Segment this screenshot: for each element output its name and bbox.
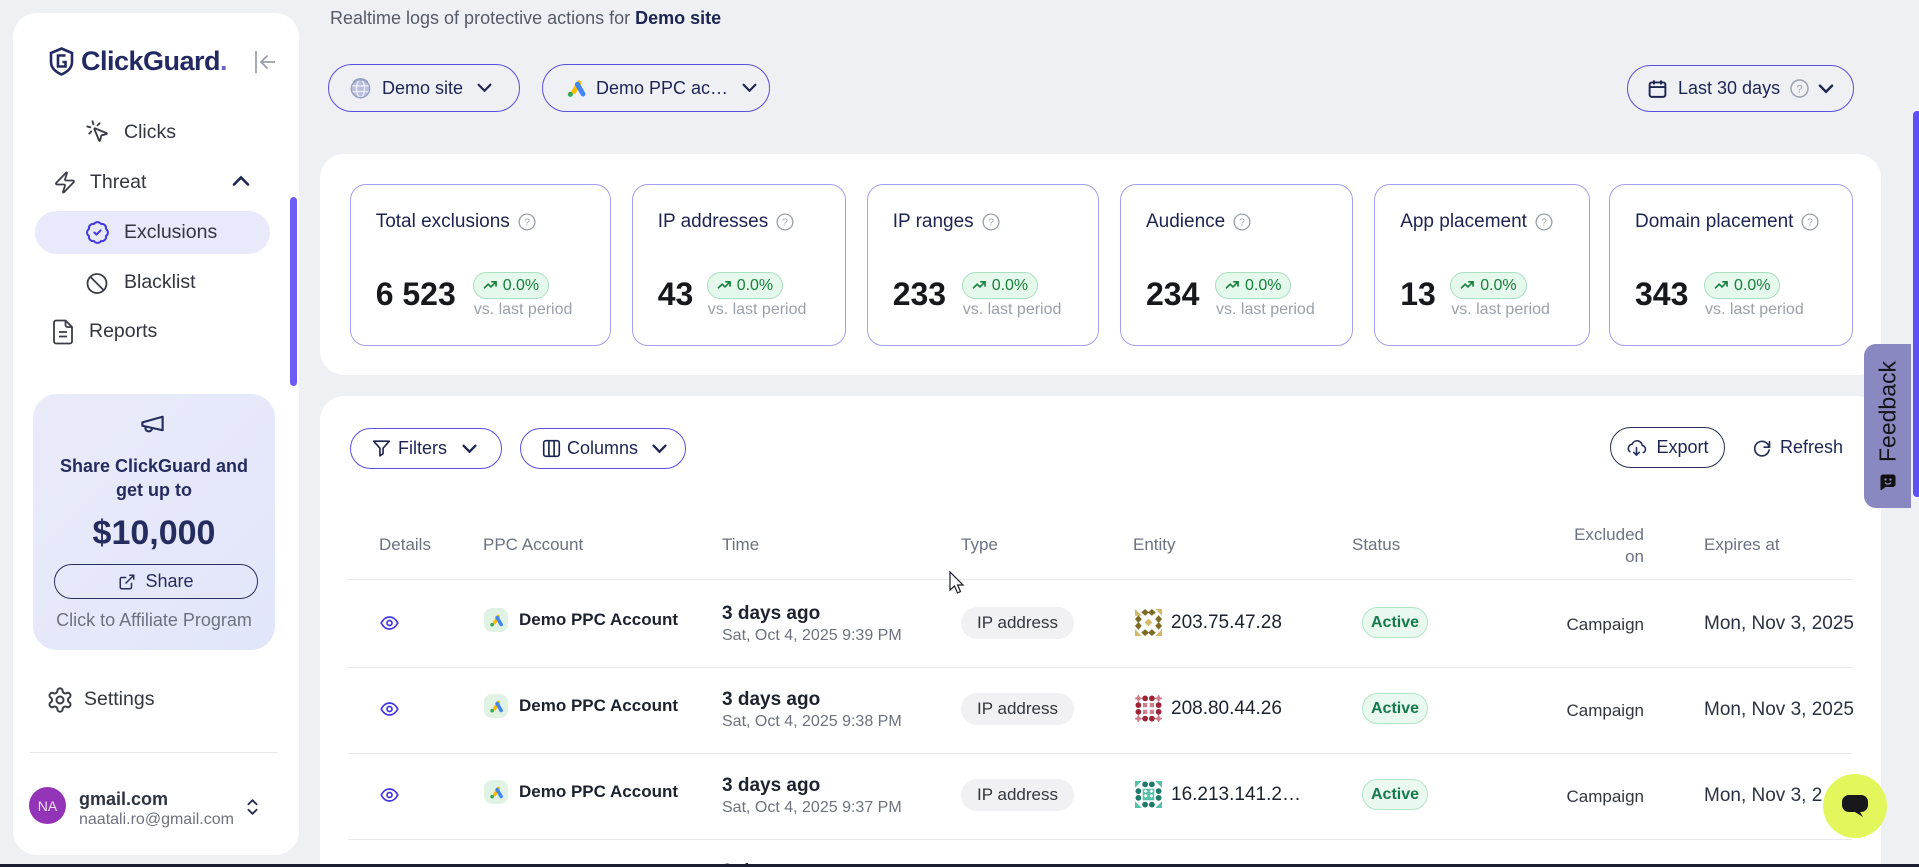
svg-text:?: ? xyxy=(782,218,788,229)
svg-text:?: ? xyxy=(1239,218,1245,229)
svg-text:?: ? xyxy=(1797,83,1803,95)
svg-text:?: ? xyxy=(1541,218,1547,229)
svg-text:?: ? xyxy=(524,218,530,229)
svg-text:?: ? xyxy=(1808,218,1814,229)
svg-text:?: ? xyxy=(988,218,994,229)
